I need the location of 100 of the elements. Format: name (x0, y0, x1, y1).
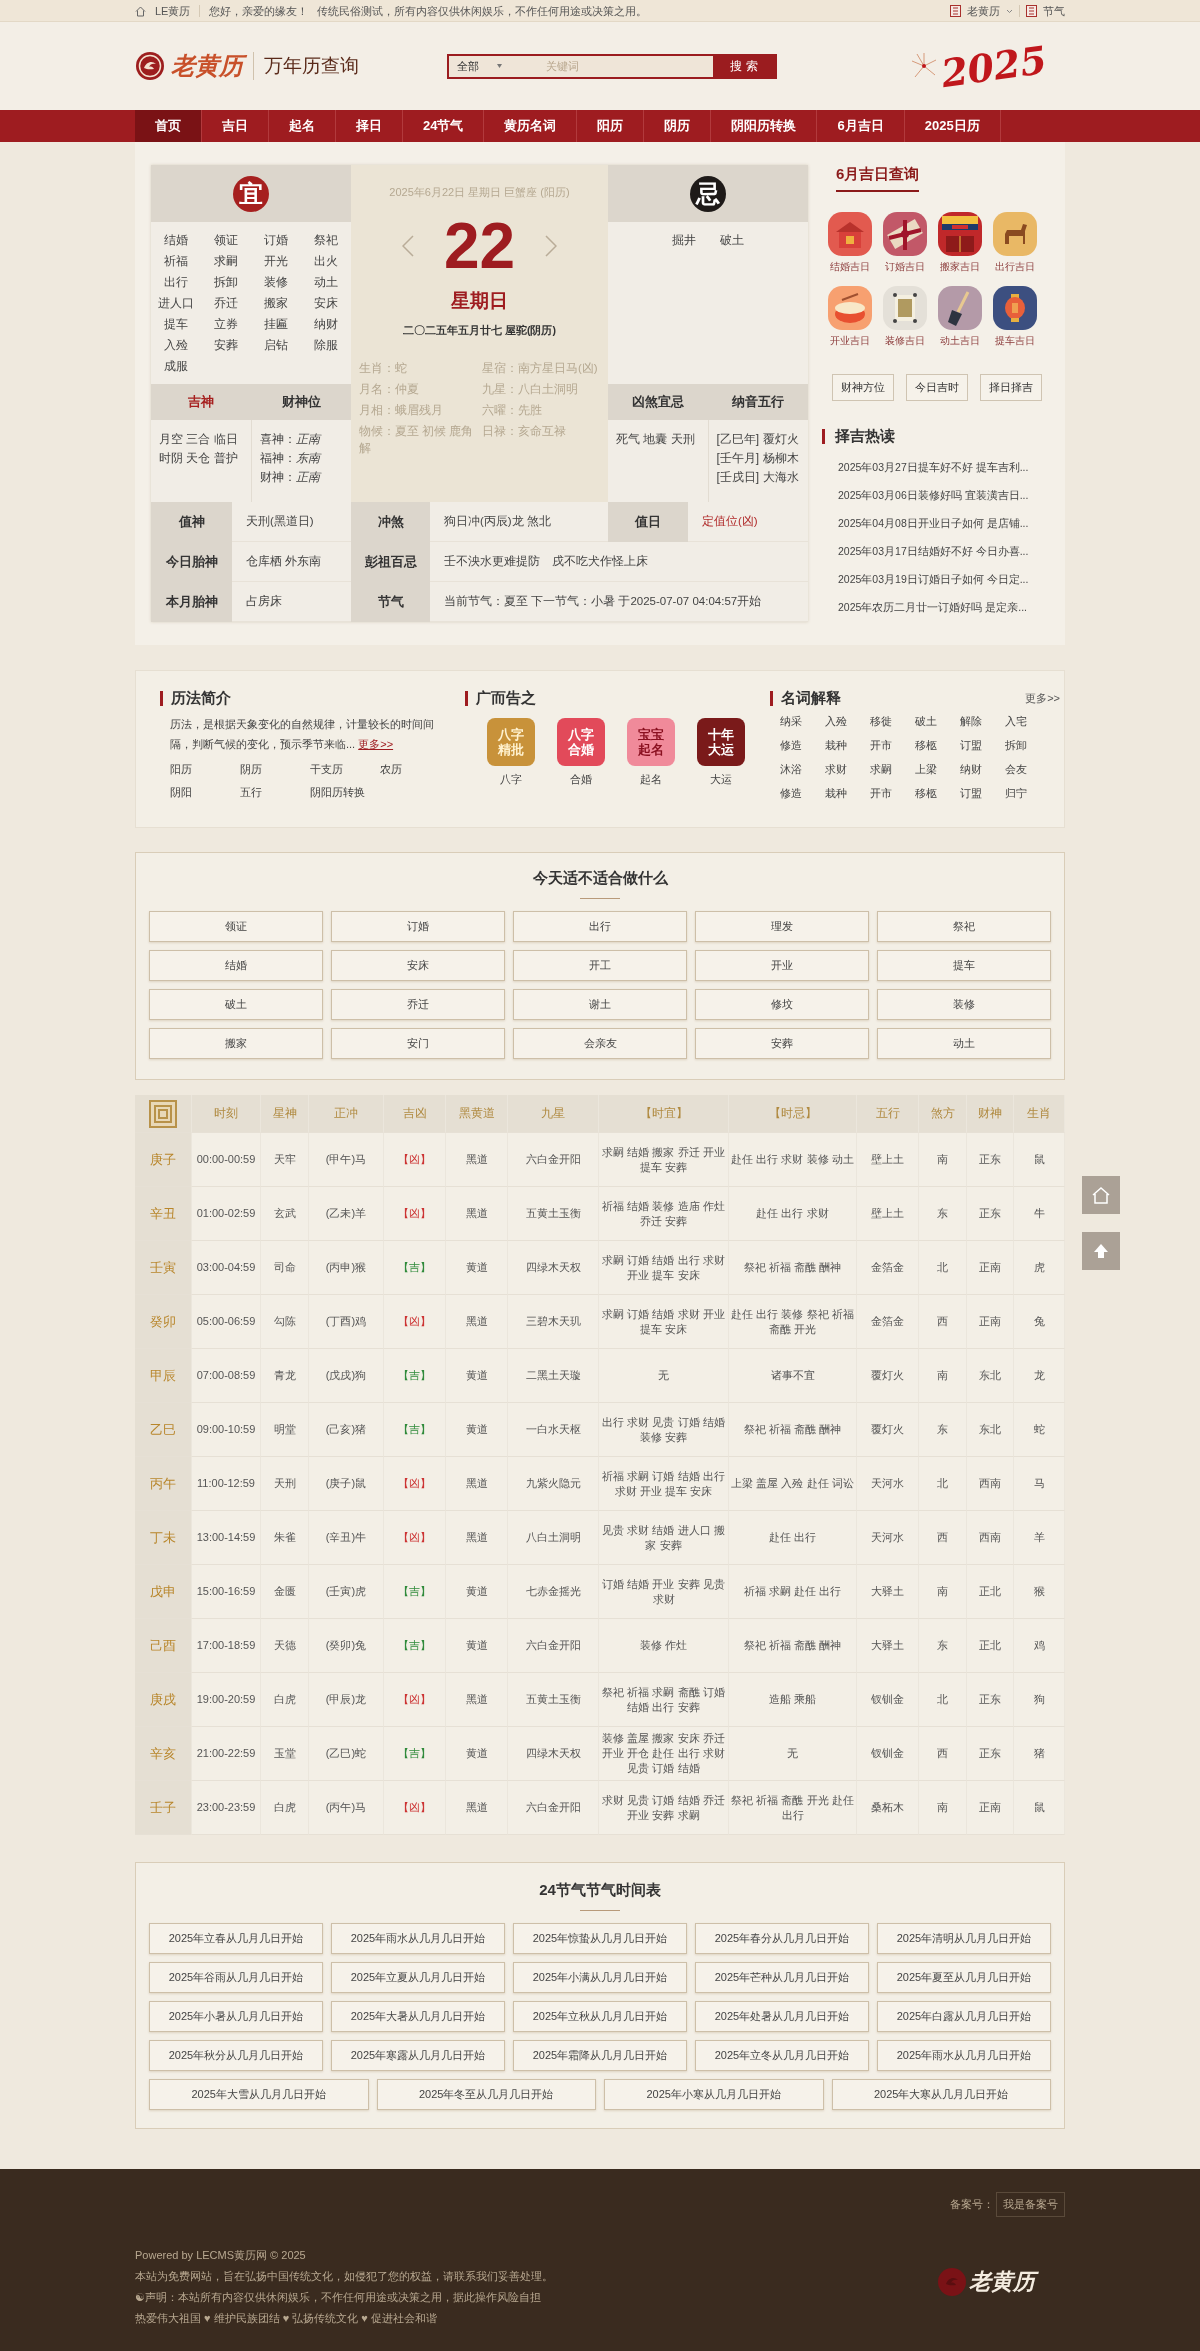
more-link[interactable]: 更多>> (358, 738, 394, 750)
activity-button[interactable]: 安门 (331, 1028, 505, 1059)
term-link[interactable]: 纳财 (960, 762, 1005, 777)
term-link[interactable]: 修造 (780, 786, 825, 801)
term-link[interactable]: 订盟 (960, 738, 1005, 753)
term-link[interactable]: 开市 (870, 738, 915, 753)
solar-term-button[interactable]: 2025年小满从几月几日开始 (513, 1962, 687, 1993)
calendar-link[interactable]: 阳历 (170, 762, 240, 777)
solar-term-button[interactable]: 2025年小寒从几月几日开始 (604, 2079, 824, 2110)
term-link[interactable]: 移柩 (915, 786, 960, 801)
chevron-right-icon[interactable] (545, 235, 558, 257)
solar-term-button[interactable]: 2025年芒种从几月几日开始 (695, 1962, 869, 1993)
auspicious-day-link[interactable]: 结婚吉日 (822, 212, 877, 274)
term-link[interactable]: 解除 (960, 714, 1005, 729)
activity-button[interactable]: 安床 (331, 950, 505, 981)
term-link[interactable]: 纳采 (780, 714, 825, 729)
activity-button[interactable]: 动土 (877, 1028, 1051, 1059)
solar-term-button[interactable]: 2025年雨水从几月几日开始 (877, 2040, 1051, 2071)
activity-button[interactable]: 结婚 (149, 950, 323, 981)
term-link[interactable]: 移徙 (870, 714, 915, 729)
solar-term-button[interactable]: 2025年寒露从几月几日开始 (331, 2040, 505, 2071)
term-link[interactable]: 入宅 (1005, 714, 1050, 729)
auspicious-day-link[interactable]: 开业吉日 (822, 286, 877, 348)
sidebar-button[interactable]: 择日择吉 (980, 374, 1042, 401)
search-input[interactable]: 关键词 (544, 59, 684, 73)
sidebar-button[interactable]: 财神方位 (832, 374, 894, 401)
activity-button[interactable]: 领证 (149, 911, 323, 942)
auspicious-day-link[interactable]: 装修吉日 (877, 286, 932, 348)
category-select[interactable]: 全部 (449, 58, 544, 74)
term-link[interactable]: 会友 (1005, 762, 1050, 777)
article-link[interactable]: 2025年03月27日提车好不好 提车吉利... (838, 460, 1065, 474)
article-link[interactable]: 2025年农历二月廿一订婚好吗 是定亲... (838, 600, 1065, 614)
ad-link[interactable]: 起名 (640, 772, 662, 787)
term-link[interactable]: 拆卸 (1005, 738, 1050, 753)
auspicious-day-link[interactable]: 搬家吉日 (932, 212, 987, 274)
chevron-left-icon[interactable] (401, 235, 414, 257)
term-link[interactable]: 开市 (870, 786, 915, 801)
term-link[interactable]: 求财 (825, 762, 870, 777)
term-link[interactable]: 破土 (915, 714, 960, 729)
solar-term-button[interactable]: 2025年立夏从几月几日开始 (331, 1962, 505, 1993)
solar-term-button[interactable]: 2025年立秋从几月几日开始 (513, 2001, 687, 2032)
activity-button[interactable]: 安葬 (695, 1028, 869, 1059)
activity-button[interactable]: 乔迁 (331, 989, 505, 1020)
activity-button[interactable]: 理发 (695, 911, 869, 942)
back-to-top-button[interactable] (1082, 1232, 1120, 1270)
solar-term-button[interactable]: 2025年立春从几月几日开始 (149, 1923, 323, 1954)
calendar-link[interactable]: 干支历 (310, 762, 380, 777)
calendar-link[interactable]: 阴阳 (170, 785, 240, 800)
article-link[interactable]: 2025年03月06日装修好吗 宜装潢吉日... (838, 488, 1065, 502)
term-link[interactable]: 求嗣 (870, 762, 915, 777)
top-link[interactable]: 节气 (1043, 3, 1065, 19)
calendar-link[interactable]: 阴历 (240, 762, 310, 777)
calendar-link[interactable]: 农历 (380, 762, 450, 777)
icp-link[interactable]: 我是备案号 (996, 2192, 1065, 2217)
term-link[interactable]: 上梁 (915, 762, 960, 777)
solar-term-button[interactable]: 2025年处暑从几月几日开始 (695, 2001, 869, 2032)
ad-link[interactable]: 大运 (710, 772, 732, 787)
auspicious-day-link[interactable]: 动土吉日 (932, 286, 987, 348)
activity-button[interactable]: 提车 (877, 950, 1051, 981)
term-link[interactable]: 移柩 (915, 738, 960, 753)
activity-button[interactable]: 开业 (695, 950, 869, 981)
solar-term-button[interactable]: 2025年夏至从几月几日开始 (877, 1962, 1051, 1993)
site-link[interactable]: LE黄历 (155, 3, 191, 19)
solar-term-button[interactable]: 2025年大寒从几月几日开始 (831, 2079, 1051, 2110)
search-button[interactable]: 搜 索 (713, 55, 775, 77)
activity-button[interactable]: 破土 (149, 989, 323, 1020)
article-link[interactable]: 2025年03月17日结婚好不好 今日办喜... (838, 544, 1065, 558)
solar-term-button[interactable]: 2025年春分从几月几日开始 (695, 1923, 869, 1954)
auspicious-day-link[interactable]: 提车吉日 (987, 286, 1042, 348)
solar-term-button[interactable]: 2025年冬至从几月几日开始 (376, 2079, 596, 2110)
term-link[interactable]: 栽种 (825, 786, 870, 801)
term-link[interactable]: 订盟 (960, 786, 1005, 801)
article-link[interactable]: 2025年03月19日订婚日子如何 今日定... (838, 572, 1065, 586)
solar-term-button[interactable]: 2025年秋分从几月几日开始 (149, 2040, 323, 2071)
solar-term-button[interactable]: 2025年雨水从几月几日开始 (331, 1923, 505, 1954)
solar-term-button[interactable]: 2025年谷雨从几月几日开始 (149, 1962, 323, 1993)
solar-term-button[interactable]: 2025年清明从几月几日开始 (877, 1923, 1051, 1954)
term-link[interactable]: 栽种 (825, 738, 870, 753)
activity-button[interactable]: 祭祀 (877, 911, 1051, 942)
solar-term-button[interactable]: 2025年白露从几月几日开始 (877, 2001, 1051, 2032)
activity-button[interactable]: 搬家 (149, 1028, 323, 1059)
term-link[interactable]: 入殓 (825, 714, 870, 729)
activity-button[interactable]: 谢土 (513, 989, 687, 1020)
auspicious-day-link[interactable]: 出行吉日 (987, 212, 1042, 274)
term-link[interactable]: 归宁 (1005, 786, 1050, 801)
calendar-link[interactable]: 五行 (240, 785, 310, 800)
home-button[interactable] (1082, 1176, 1120, 1214)
term-link[interactable]: 沐浴 (780, 762, 825, 777)
ad-link[interactable]: 八字 (500, 772, 522, 787)
activity-button[interactable]: 修坟 (695, 989, 869, 1020)
solar-term-button[interactable]: 2025年大雪从几月几日开始 (149, 2079, 369, 2110)
solar-term-button[interactable]: 2025年小暑从几月几日开始 (149, 2001, 323, 2032)
article-link[interactable]: 2025年04月08日开业日子如何 是店铺... (838, 516, 1065, 530)
solar-term-button[interactable]: 2025年惊蛰从几月几日开始 (513, 1923, 687, 1954)
activity-button[interactable]: 开工 (513, 950, 687, 981)
auspicious-day-link[interactable]: 订婚吉日 (877, 212, 932, 274)
activity-button[interactable]: 出行 (513, 911, 687, 942)
activity-button[interactable]: 装修 (877, 989, 1051, 1020)
solar-term-button[interactable]: 2025年霜降从几月几日开始 (513, 2040, 687, 2071)
calendar-link[interactable]: 阴阳历转换 (310, 785, 450, 800)
